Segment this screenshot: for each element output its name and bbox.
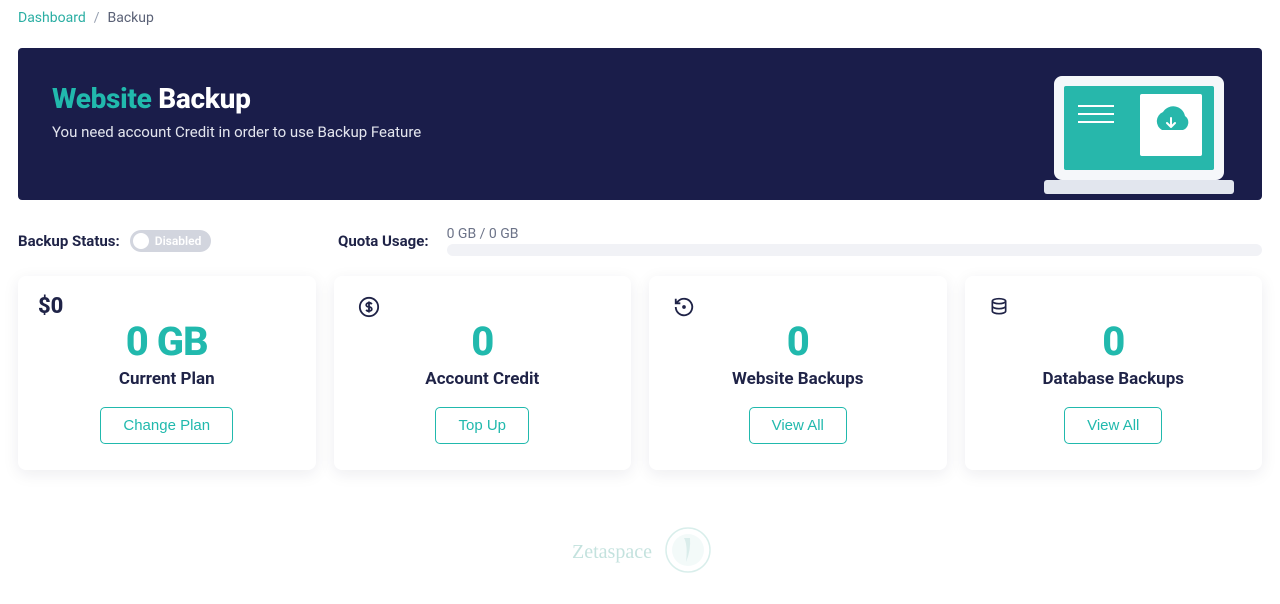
- plan-value: 0 GB: [36, 318, 298, 365]
- quota-usage-text: 0 GB / 0 GB: [447, 226, 1262, 242]
- card-current-plan: $0 0 GB Current Plan Change Plan: [18, 276, 316, 470]
- hero-banner: Website Backup You need account Credit i…: [18, 48, 1262, 200]
- change-plan-button[interactable]: Change Plan: [100, 407, 233, 444]
- dollar-circle-icon: [358, 296, 380, 322]
- card-account-credit: 0 Account Credit Top Up: [334, 276, 632, 470]
- cards-grid: $0 0 GB Current Plan Change Plan 0 Accou…: [0, 276, 1280, 500]
- credit-value: 0: [352, 318, 614, 365]
- database-backups-value: 0: [983, 318, 1245, 365]
- page-title-rest: Backup: [158, 82, 250, 115]
- database-backups-card-title: Database Backups: [983, 369, 1245, 389]
- watermark-text: Zetaspace: [572, 541, 652, 563]
- breadcrumb: Dashboard / Backup: [0, 0, 1280, 36]
- plan-card-title: Current Plan: [36, 369, 298, 389]
- breadcrumb-dashboard-link[interactable]: Dashboard: [18, 10, 86, 26]
- card-database-backups: 0 Database Backups View All: [965, 276, 1263, 470]
- breadcrumb-separator: /: [94, 10, 100, 26]
- toggle-knob: [133, 233, 149, 249]
- top-up-button[interactable]: Top Up: [435, 407, 529, 444]
- website-backups-value: 0: [667, 318, 929, 365]
- website-backups-card-title: Website Backups: [667, 369, 929, 389]
- toggle-text: Disabled: [155, 234, 202, 248]
- restore-icon: [673, 296, 695, 322]
- view-all-website-backups-button[interactable]: View All: [749, 407, 847, 444]
- laptop-illustration: [1044, 72, 1234, 200]
- quota-usage-bar: [447, 244, 1262, 256]
- plan-price-badge: $0: [38, 294, 63, 319]
- watermark: Zetaspace: [0, 500, 1280, 604]
- breadcrumb-current: Backup: [108, 10, 154, 26]
- page-title-accent: Website: [52, 82, 152, 115]
- status-row: Backup Status: Disabled Quota Usage: 0 G…: [0, 200, 1280, 276]
- credit-card-title: Account Credit: [352, 369, 614, 389]
- quota-usage-label: Quota Usage:: [338, 232, 429, 250]
- card-website-backups: 0 Website Backups View All: [649, 276, 947, 470]
- backup-status-label: Backup Status:: [18, 232, 120, 250]
- view-all-database-backups-button[interactable]: View All: [1064, 407, 1162, 444]
- database-icon: [989, 296, 1009, 322]
- backup-status-toggle[interactable]: Disabled: [130, 230, 212, 252]
